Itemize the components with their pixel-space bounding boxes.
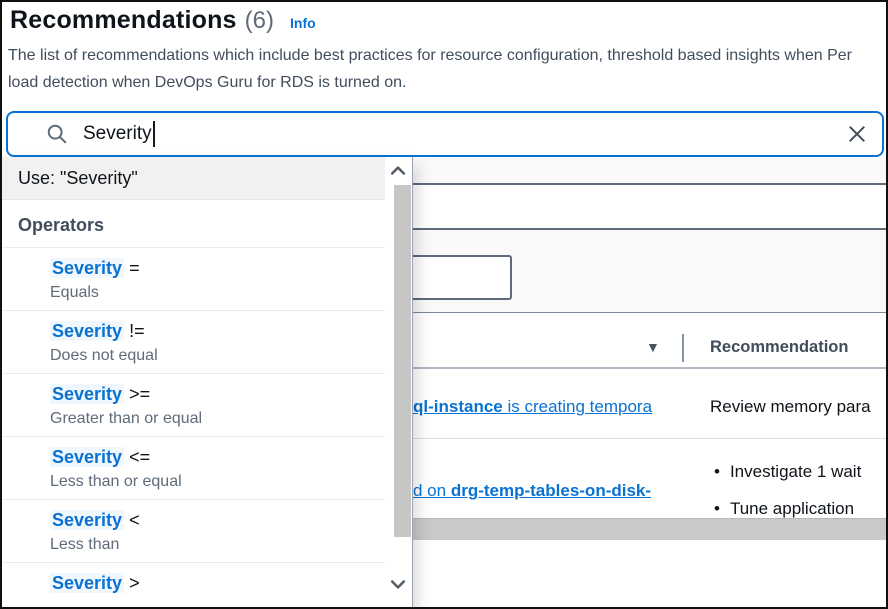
- operator-field: Severity: [50, 573, 124, 593]
- insight-link-text: is creating tempora: [503, 397, 652, 416]
- text-caret: [153, 121, 155, 147]
- operator-symbol: =: [129, 258, 140, 278]
- item-count: (6): [245, 7, 274, 35]
- insight-name: ql-instance: [413, 397, 503, 416]
- operator-field: Severity: [50, 510, 124, 530]
- search-value: Severity: [83, 123, 152, 145]
- insight-link[interactable]: ql-instance is creating tempora: [413, 397, 705, 417]
- bullet-text: Investigate 1 wait: [730, 462, 861, 482]
- bullet-icon: •: [714, 462, 720, 482]
- recommendation-cell: Review memory para: [710, 397, 886, 417]
- operator-option-not-equals[interactable]: Severity!= Does not equal: [2, 311, 385, 374]
- filter-suggestions-dropdown: Use: "Severity" Operators Severity= Equa…: [2, 157, 413, 607]
- operator-symbol: <=: [129, 447, 150, 467]
- operator-field: Severity: [50, 321, 124, 341]
- description-line-2: load detection when DevOps Guru for RDS …: [8, 69, 886, 96]
- column-divider[interactable]: [682, 334, 684, 362]
- operator-option-less-equal[interactable]: Severity<= Less than or equal: [2, 437, 385, 500]
- insight-link[interactable]: d on drg-temp-tables-on-disk-: [413, 481, 705, 501]
- vertical-scrollbar[interactable]: [385, 157, 412, 607]
- operator-symbol: !=: [129, 321, 145, 341]
- scroll-down-icon[interactable]: [388, 574, 408, 599]
- operator-option-less-than[interactable]: Severity< Less than: [2, 500, 385, 563]
- operators-group-label: Operators: [2, 200, 385, 248]
- search-icon: [46, 123, 68, 145]
- operator-field: Severity: [50, 258, 124, 278]
- operator-symbol: >: [129, 573, 140, 593]
- scrollbar-thumb[interactable]: [394, 185, 411, 537]
- recommendation-bullet: • Investigate 1 wait: [714, 462, 886, 482]
- operator-option-greater-equal[interactable]: Severity>= Greater than or equal: [2, 374, 385, 437]
- insight-name: drg-temp-tables-on-disk-: [451, 481, 651, 500]
- insight-link-text: d on: [413, 481, 451, 500]
- operator-description: Less than or equal: [50, 471, 375, 492]
- x-icon: [847, 124, 867, 144]
- operator-description: Does not equal: [50, 345, 375, 366]
- recommendation-bullet: • Tune application: [714, 499, 886, 519]
- operator-description: Greater than or equal: [50, 408, 375, 429]
- sort-descending-icon[interactable]: ▼: [646, 339, 660, 355]
- page-header: Recommendations (6) Info: [10, 6, 316, 35]
- operator-option-equals[interactable]: Severity= Equals: [2, 248, 385, 311]
- operator-description: Equals: [50, 282, 375, 303]
- recommendations-page: Recommendations (6) Info The list of rec…: [0, 0, 888, 609]
- bullet-text: Tune application: [730, 499, 854, 519]
- operator-description: Less than: [50, 534, 375, 555]
- scroll-up-icon[interactable]: [388, 161, 408, 186]
- page-title: Recommendations: [10, 6, 237, 35]
- recommendation-column-header[interactable]: Recommendation: [710, 338, 848, 357]
- operator-symbol: >=: [129, 384, 150, 404]
- filter-token-box[interactable]: [402, 255, 512, 300]
- operator-option-greater-than[interactable]: Severity>: [2, 563, 385, 607]
- operator-field: Severity: [50, 447, 124, 467]
- use-free-text-option[interactable]: Use: "Severity": [2, 157, 385, 200]
- page-description: The list of recommendations which includ…: [8, 42, 886, 100]
- info-link[interactable]: Info: [290, 15, 316, 31]
- operator-field: Severity: [50, 384, 124, 404]
- filter-search-input[interactable]: Severity: [6, 111, 884, 157]
- description-line-1: The list of recommendations which includ…: [8, 42, 886, 69]
- operator-description: [50, 597, 375, 607]
- operator-symbol: <: [129, 510, 140, 530]
- bullet-icon: •: [714, 499, 720, 519]
- clear-search-button[interactable]: [847, 124, 867, 144]
